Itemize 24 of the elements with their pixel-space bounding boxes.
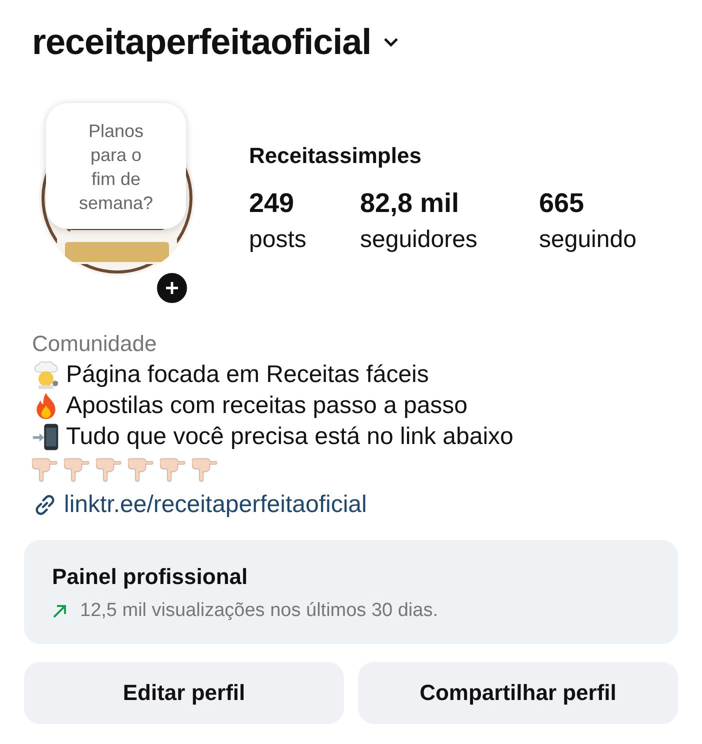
display-name: Receitassimples [249,143,422,169]
bio-text: Apostilas com receitas passo a passo [66,391,468,421]
bio-text: Página focada em Receitas fáceis [66,360,429,390]
note-text: Planos para o fim de semana? [78,120,154,215]
dashboard-title: Painel profissional [52,564,248,590]
chef-icon [32,360,60,388]
chevron-down-icon[interactable] [383,37,400,47]
phone-icon [32,422,60,450]
category-label: Comunidade [32,330,158,358]
stat-count: 249 [249,187,296,219]
profile-action-button[interactable]: Editar perfil [24,662,344,724]
stat-label: seguidores [360,225,478,255]
bio-text: Tudo que você precisa está no link abaixo [66,422,514,452]
stat-count: 665 [539,187,586,219]
profile-link[interactable]: linktr.ee/receitaperfeitaoficial [64,489,367,520]
stat-label: seguindo [539,225,636,255]
username: receitaperfeitaoficial [32,21,372,63]
stat-count: 82,8 mil [360,187,460,219]
dashboard-summary: 12,5 mil visualizações nos últimos 30 dias. [80,600,438,622]
note-bubble[interactable]: Planos para o fim de semana? [46,103,186,229]
plus-icon [165,281,179,295]
stat-label: posts [249,225,308,255]
profile-action-button[interactable]: Compartilhar perfil [358,662,678,724]
dashboard-card[interactable]: Painel profissional 12,5 mil visualizações nos últimos 30 dias. [24,540,678,644]
